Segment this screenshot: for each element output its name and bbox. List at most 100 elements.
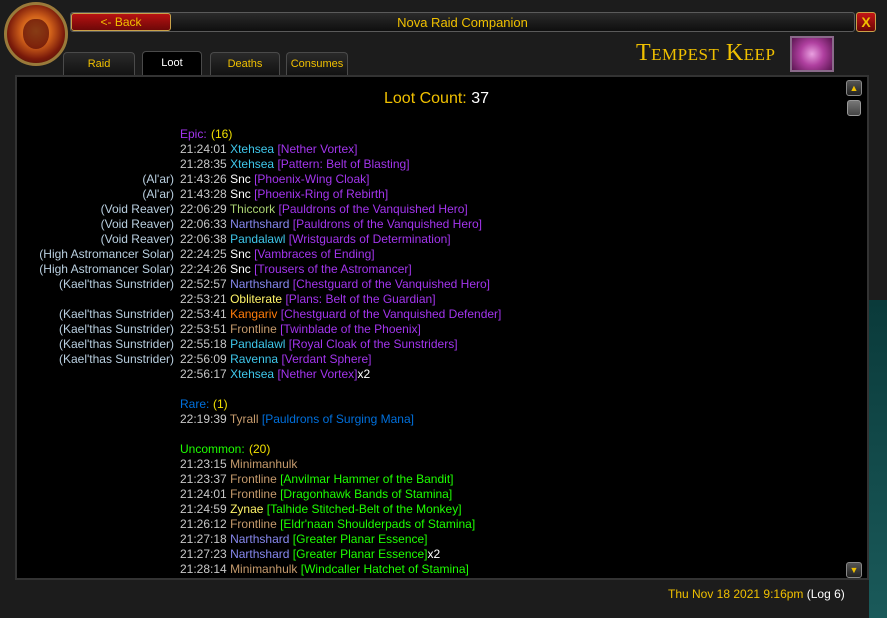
loot-row[interactable]: 21:27:18 Narthshard [Greater Planar Esse… — [17, 532, 863, 547]
loot-row[interactable]: 21:26:12 Frontline [Eldr'naan Shoulderpa… — [17, 517, 863, 532]
loot-player[interactable]: Ravenna — [230, 352, 278, 366]
title-bar[interactable]: Nova Raid Companion — [70, 12, 855, 32]
loot-player[interactable]: Kangariv — [230, 307, 277, 321]
loot-row[interactable]: (Kael'thas Sunstrider) 22:55:18 Pandalawl… — [17, 337, 863, 352]
loot-item-link[interactable]: [Wristguards of Determination] — [289, 232, 451, 246]
loot-row[interactable]: (Void Reaver) 22:06:38 Pandalawl [Wristgu… — [17, 232, 863, 247]
loot-player[interactable]: Narthshard — [230, 547, 289, 561]
loot-time: 21:28:14 — [180, 562, 227, 576]
loot-item-link[interactable]: [Vambraces of Ending] — [254, 247, 375, 261]
loot-count: Loot Count: 37 — [384, 90, 489, 108]
tab-deaths[interactable]: Deaths — [210, 52, 280, 76]
loot-row[interactable]: 21:23:37 Frontline [Anvilmar Hammer of t… — [17, 472, 863, 487]
loot-player[interactable]: Snc — [230, 262, 251, 276]
loot-item-link[interactable]: [Pauldrons of the Vanquished Hero] — [293, 217, 482, 231]
loot-item-link[interactable]: [Pauldrons of the Vanquished Hero] — [279, 202, 468, 216]
loot-player[interactable]: Xtehsea — [230, 142, 274, 156]
loot-row[interactable]: 21:24:59 Zynae [Talhide Stitched-Belt of… — [17, 502, 863, 517]
section-header: Epic: (16) — [17, 127, 863, 142]
tab-consumes[interactable]: Consumes — [286, 52, 348, 76]
loot-time: 22:55:18 — [180, 337, 227, 351]
loot-item-link[interactable]: [Pauldrons of Surging Mana] — [262, 412, 414, 426]
loot-time: 22:53:21 — [180, 292, 227, 306]
scrollbar[interactable]: ▲ ▼ — [846, 80, 864, 578]
loot-row[interactable]: (High Astromancer Solar) 22:24:26 Snc [Tr… — [17, 262, 863, 277]
loot-row[interactable]: 21:23:15 Minimanhulk — [17, 457, 863, 472]
loot-row[interactable]: (Void Reaver) 22:06:33 Narthshard [Pauldr… — [17, 217, 863, 232]
loot-row[interactable]: (Kael'thas Sunstrider) 22:56:09 Ravenna [… — [17, 352, 863, 367]
loot-item-link[interactable]: [Chestguard of the Vanquished Defender] — [281, 307, 502, 321]
loot-row[interactable]: (Kael'thas Sunstrider) 22:52:57 Narthshar… — [17, 277, 863, 292]
loot-item-link[interactable]: [Dragonhawk Bands of Stamina] — [280, 487, 452, 501]
loot-time: 22:53:41 — [180, 307, 227, 321]
loot-item-link[interactable]: [Phoenix-Wing Cloak] — [254, 172, 369, 186]
loot-player[interactable]: Zynae — [230, 502, 263, 516]
loot-row[interactable]: 21:24:01 Xtehsea [Nether Vortex] — [17, 142, 863, 157]
loot-item-link[interactable]: [Chestguard of the Vanquished Hero] — [293, 277, 490, 291]
loot-player[interactable]: Narthshard — [230, 217, 289, 231]
loot-player[interactable]: Frontline — [230, 472, 277, 486]
loot-item-link[interactable]: [Windcaller Hatchet of Stamina] — [301, 562, 469, 576]
loot-row[interactable]: (High Astromancer Solar) 22:24:25 Snc [Va… — [17, 247, 863, 262]
loot-row[interactable]: (Al'ar) 21:43:26 Snc [Phoenix-Wing Cloak] — [17, 172, 863, 187]
loot-time: 22:06:33 — [180, 217, 227, 231]
loot-row[interactable]: 21:28:35 Xtehsea [Pattern: Belt of Blast… — [17, 157, 863, 172]
loot-row[interactable]: 22:53:21 Obliterate [Plans: Belt of the … — [17, 292, 863, 307]
tab-loot[interactable]: Loot — [142, 51, 202, 77]
loot-item-link[interactable]: [Greater Planar Essence] — [293, 547, 428, 561]
loot-player[interactable]: Xtehsea — [230, 157, 274, 171]
loot-player[interactable]: Snc — [230, 187, 251, 201]
loot-row[interactable]: (Kael'thas Sunstrider) 22:53:41 Kangariv … — [17, 307, 863, 322]
loot-row[interactable]: (Al'ar) 21:43:28 Snc [Phoenix-Ring of Reb… — [17, 187, 863, 202]
loot-row[interactable]: (Kael'thas Sunstrider) 22:53:51 Frontline… — [17, 322, 863, 337]
loot-row[interactable]: 21:28:14 Minimanhulk [Windcaller Hatchet… — [17, 562, 863, 577]
loot-row[interactable]: 21:27:23 Narthshard [Greater Planar Esse… — [17, 547, 863, 562]
loot-player[interactable]: Minimanhulk — [230, 562, 297, 576]
loot-item-link[interactable]: [Plans: Belt of the Guardian] — [285, 292, 435, 306]
background-scenery — [869, 300, 887, 618]
loot-count-value: 37 — [471, 90, 489, 107]
loot-player[interactable]: Thiccork — [230, 202, 275, 216]
loot-player[interactable]: Frontline — [230, 517, 277, 531]
loot-player[interactable]: Narthshard — [230, 277, 289, 291]
loot-item-link[interactable]: [Twinblade of the Phoenix] — [280, 322, 421, 336]
back-button[interactable]: <- Back — [71, 13, 171, 31]
loot-player[interactable]: Obliterate — [230, 292, 282, 306]
loot-item-link[interactable]: [Royal Cloak of the Sunstriders] — [289, 337, 458, 351]
loot-item-link[interactable]: [Eldr'naan Shoulderpads of Stamina] — [280, 517, 475, 531]
loot-row[interactable]: 22:56:17 Xtehsea [Nether Vortex]x2 — [17, 367, 863, 382]
loot-item-link[interactable]: [Anvilmar Hammer of the Bandit] — [280, 472, 453, 486]
loot-player[interactable]: Frontline — [230, 322, 277, 336]
loot-player[interactable]: Frontline — [230, 487, 277, 501]
loot-player[interactable]: Tyrall — [230, 412, 259, 426]
loot-item-link[interactable]: [Verdant Sphere] — [281, 352, 371, 366]
loot-player[interactable]: Snc — [230, 247, 251, 261]
section-count: (20) — [249, 442, 271, 456]
loot-player[interactable]: Xtehsea — [230, 367, 274, 381]
loot-item-link[interactable]: [Trousers of the Astromancer] — [254, 262, 412, 276]
scroll-down-button[interactable]: ▼ — [846, 562, 862, 578]
loot-boss: (Void Reaver) — [100, 232, 174, 246]
loot-player[interactable]: Pandalawl — [230, 232, 285, 246]
loot-item-link[interactable]: [Greater Planar Essence] — [293, 532, 428, 546]
loot-item-link[interactable]: [Pattern: Belt of Blasting] — [277, 157, 409, 171]
close-button[interactable]: X — [856, 12, 876, 32]
scroll-thumb[interactable] — [847, 100, 861, 116]
loot-time: 22:53:51 — [180, 322, 227, 336]
loot-item-link[interactable]: [Phoenix-Ring of Rebirth] — [254, 187, 388, 201]
loot-row[interactable]: 21:24:01 Frontline [Dragonhawk Bands of … — [17, 487, 863, 502]
loot-time: 21:26:12 — [180, 517, 227, 531]
tab-raid[interactable]: Raid — [63, 52, 135, 76]
section-count: (1) — [213, 397, 228, 411]
loot-player[interactable]: Minimanhulk — [230, 457, 297, 471]
loot-player[interactable]: Narthshard — [230, 532, 289, 546]
loot-row[interactable]: (Void Reaver) 22:06:29 Thiccork [Pauldron… — [17, 202, 863, 217]
loot-item-link[interactable]: [Talhide Stitched-Belt of the Monkey] — [267, 502, 462, 516]
loot-item-link[interactable]: [Nether Vortex] — [277, 142, 357, 156]
loot-row[interactable]: 22:19:39 Tyrall [Pauldrons of Surging Ma… — [17, 412, 863, 427]
loot-item-link[interactable]: [Nether Vortex] — [277, 367, 357, 381]
loot-player[interactable]: Pandalawl — [230, 337, 285, 351]
loot-boss: (Kael'thas Sunstrider) — [58, 337, 174, 351]
scroll-up-button[interactable]: ▲ — [846, 80, 862, 96]
loot-player[interactable]: Snc — [230, 172, 251, 186]
